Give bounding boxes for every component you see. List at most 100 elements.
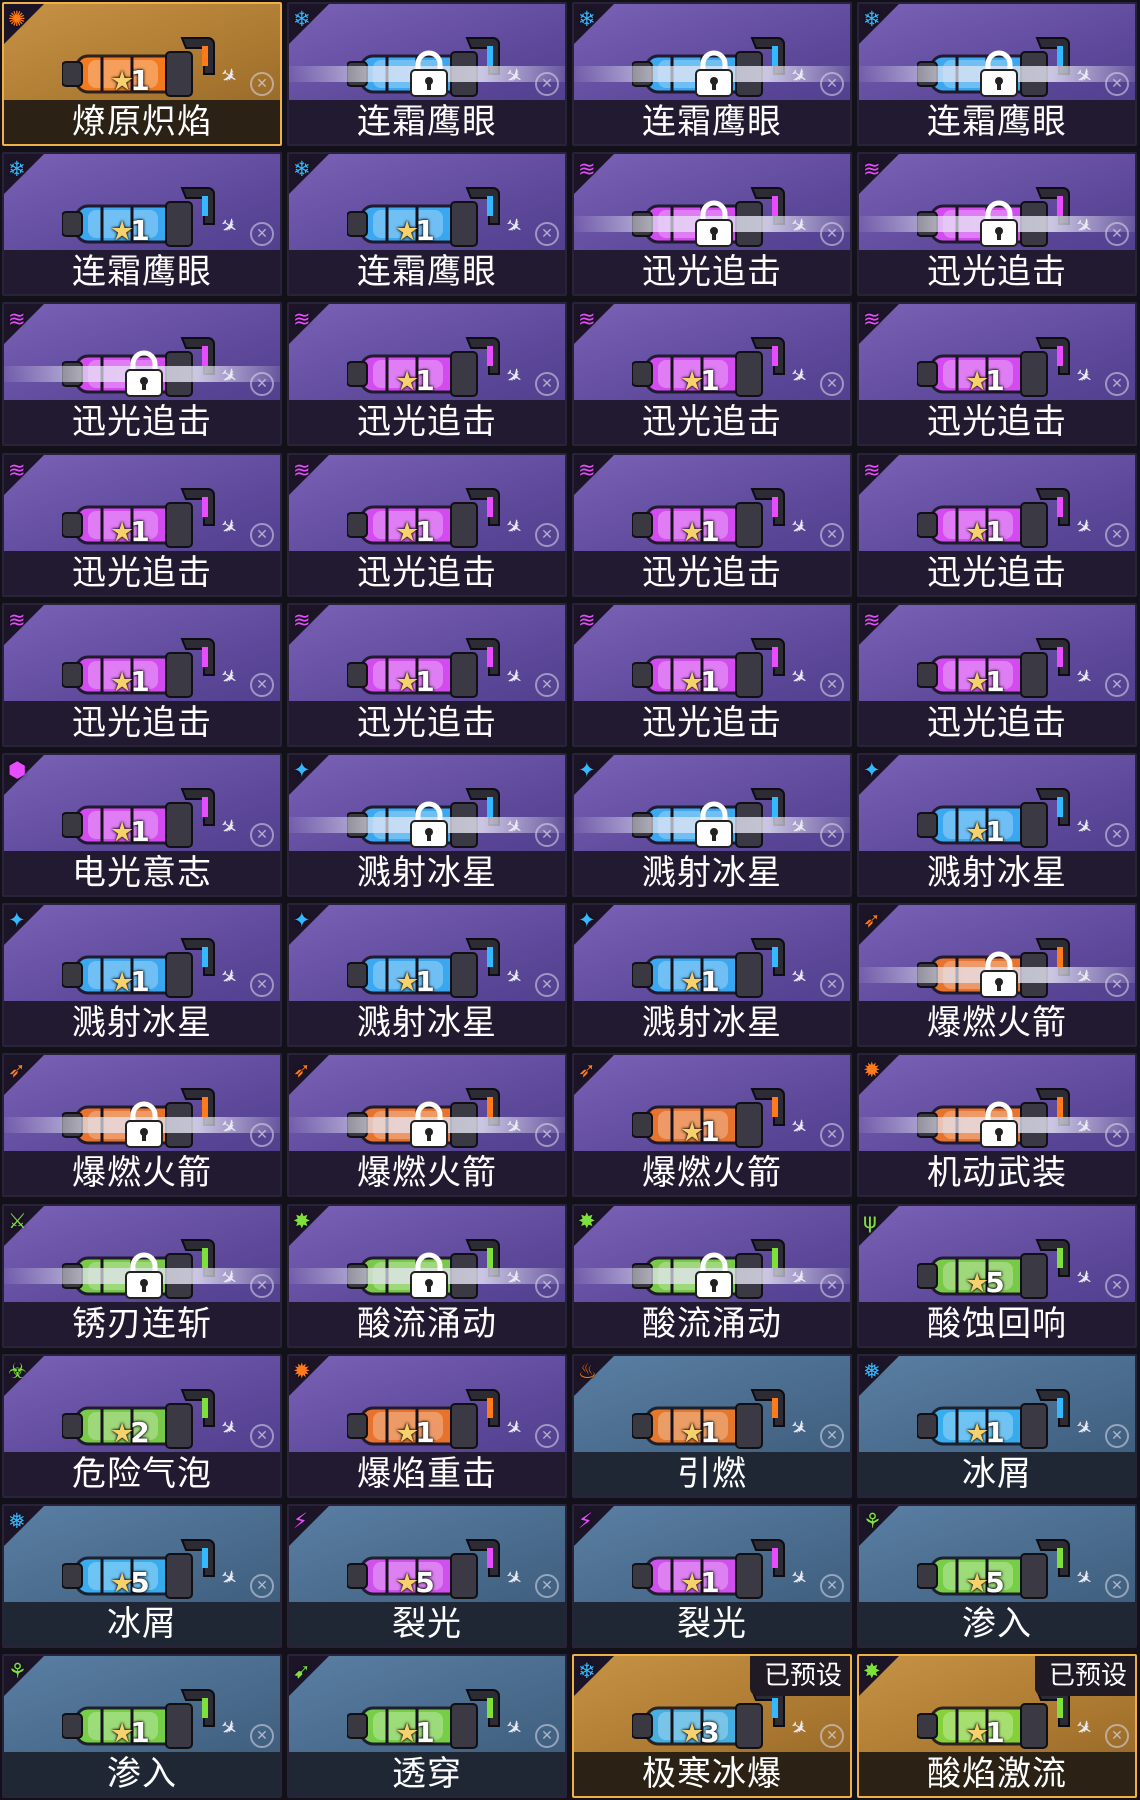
mod-card[interactable]: ❅ ★5 ✈ ✕ 冰屑	[2, 1504, 282, 1648]
mod-name: 迅光追击	[289, 550, 565, 595]
mod-card[interactable]: ➹ ★1 ✈ ✕ 透穿	[287, 1654, 567, 1799]
mod-card[interactable]: ψ ★5 ✈ ✕ 酸蚀回响	[857, 1203, 1137, 1348]
remove-button[interactable]: ✕	[535, 973, 559, 998]
lightning-wave-icon: ≋	[8, 607, 26, 632]
remove-button[interactable]: ✕	[535, 1724, 559, 1749]
mod-card[interactable]: ➶ ✈ ✕ 爆燃火箭	[857, 903, 1137, 1048]
remove-button[interactable]: ✕	[250, 823, 274, 847]
remove-button[interactable]: ✕	[535, 823, 559, 847]
mod-card[interactable]: ✸ ✈ ✕ 酸流涌动	[572, 1203, 852, 1348]
remove-button[interactable]: ✕	[820, 823, 844, 847]
mod-card[interactable]: ✺ ★1 ✈ ✕ 燎原炽焰	[2, 2, 282, 146]
remove-button[interactable]: ✕	[1105, 672, 1129, 697]
mod-card[interactable]: ≋ ★1 ✈ ✕ 迅光追击	[287, 302, 567, 447]
remove-button[interactable]: ✕	[1105, 372, 1129, 397]
mod-card[interactable]: ❄ ★1 ✈ ✕ 连霜鹰眼	[287, 152, 567, 297]
remove-button[interactable]: ✕	[250, 973, 274, 998]
mod-card[interactable]: ≋ ★1 ✈ ✕ 迅光追击	[857, 452, 1137, 597]
remove-button[interactable]: ✕	[1105, 222, 1129, 247]
remove-button[interactable]: ✕	[1105, 1123, 1129, 1148]
remove-button[interactable]: ✕	[820, 72, 844, 96]
mod-name: 连霜鹰眼	[289, 100, 565, 144]
remove-button[interactable]: ✕	[820, 222, 844, 247]
remove-button[interactable]: ✕	[250, 372, 274, 397]
mod-card[interactable]: ≋ ★1 ✈ ✕ 迅光追击	[857, 302, 1137, 447]
mod-card[interactable]: ✦ ★1 ✈ ✕ 溅射冰星	[572, 903, 852, 1048]
remove-button[interactable]: ✕	[1105, 72, 1129, 96]
remove-button[interactable]: ✕	[250, 222, 274, 247]
remove-button[interactable]: ✕	[250, 1423, 274, 1448]
mod-card[interactable]: ✸ ★1 ✈ ✕ 已预设 酸焰激流	[857, 1654, 1137, 1799]
mod-card[interactable]: ❄ ✈ ✕ 连霜鹰眼	[572, 2, 852, 146]
remove-button[interactable]: ✕	[535, 522, 559, 547]
remove-button[interactable]: ✕	[820, 1423, 844, 1448]
remove-button[interactable]: ✕	[535, 222, 559, 247]
mod-card[interactable]: ⚔ ✈ ✕ 锈刃连斩	[2, 1203, 282, 1348]
remove-button[interactable]: ✕	[1105, 1724, 1129, 1749]
remove-button[interactable]: ✕	[1105, 973, 1129, 998]
remove-button[interactable]: ✕	[250, 1574, 274, 1598]
remove-button[interactable]: ✕	[1105, 522, 1129, 547]
mod-card[interactable]: ≋ ✈ ✕ 迅光追击	[857, 152, 1137, 297]
mod-card[interactable]: ➶ ✈ ✕ 爆燃火箭	[287, 1053, 567, 1198]
remove-button[interactable]: ✕	[820, 522, 844, 547]
remove-button[interactable]: ✕	[250, 1273, 274, 1298]
remove-button[interactable]: ✕	[535, 672, 559, 697]
remove-button[interactable]: ✕	[535, 1423, 559, 1448]
mod-card[interactable]: ☣ ★2 ✈ ✕ 危险气泡	[2, 1353, 282, 1498]
mod-card[interactable]: ♨ ★1 ✈ ✕ 引燃	[572, 1353, 852, 1498]
mod-card[interactable]: ✸ ✈ ✕ 酸流涌动	[287, 1203, 567, 1348]
remove-button[interactable]: ✕	[250, 1724, 274, 1749]
mod-card[interactable]: ≋ ★1 ✈ ✕ 迅光追击	[572, 602, 852, 747]
mod-card[interactable]: ✦ ✈ ✕ 溅射冰星	[572, 753, 852, 897]
remove-button[interactable]: ✕	[535, 1574, 559, 1598]
mod-card[interactable]: ✹ ★1 ✈ ✕ 爆焰重击	[287, 1353, 567, 1498]
remove-button[interactable]: ✕	[1105, 823, 1129, 847]
mod-card[interactable]: ⚘ ★5 ✈ ✕ 渗入	[857, 1504, 1137, 1648]
mod-card[interactable]: ≋ ✈ ✕ 迅光追击	[572, 152, 852, 297]
mod-card[interactable]: ≋ ★1 ✈ ✕ 迅光追击	[2, 602, 282, 747]
remove-button[interactable]: ✕	[250, 522, 274, 547]
remove-button[interactable]: ✕	[250, 1123, 274, 1148]
mod-card[interactable]: ≋ ★1 ✈ ✕ 迅光追击	[2, 452, 282, 597]
remove-button[interactable]: ✕	[820, 973, 844, 998]
mod-card[interactable]: ❄ ★3 ✈ ✕ 已预设 极寒冰爆	[572, 1654, 852, 1799]
remove-button[interactable]: ✕	[1105, 1423, 1129, 1448]
remove-button[interactable]: ✕	[820, 372, 844, 397]
mod-card[interactable]: ≋ ★1 ✈ ✕ 迅光追击	[572, 302, 852, 447]
mod-card[interactable]: ✦ ★1 ✈ ✕ 溅射冰星	[287, 903, 567, 1048]
remove-button[interactable]: ✕	[820, 1574, 844, 1598]
mod-card[interactable]: ≋ ★1 ✈ ✕ 迅光追击	[572, 452, 852, 597]
mod-card[interactable]: ✦ ★1 ✈ ✕ 溅射冰星	[2, 903, 282, 1048]
mod-card[interactable]: ≋ ★1 ✈ ✕ 迅光追击	[287, 452, 567, 597]
mod-card[interactable]: ➶ ★1 ✈ ✕ 爆燃火箭	[572, 1053, 852, 1198]
remove-button[interactable]: ✕	[535, 1123, 559, 1148]
remove-button[interactable]: ✕	[535, 72, 559, 96]
remove-button[interactable]: ✕	[820, 1273, 844, 1298]
mod-card[interactable]: ❄ ✈ ✕ 连霜鹰眼	[857, 2, 1137, 146]
remove-button[interactable]: ✕	[1105, 1273, 1129, 1298]
mod-card[interactable]: ⬢ ★1 ✈ ✕ 电光意志	[2, 753, 282, 897]
mod-card[interactable]: ✦ ✈ ✕ 溅射冰星	[287, 753, 567, 897]
mod-card[interactable]: ⚡ ★5 ✈ ✕ 裂光	[287, 1504, 567, 1648]
remove-button[interactable]: ✕	[820, 672, 844, 697]
mod-card[interactable]: ⚡ ★1 ✈ ✕ 裂光	[572, 1504, 852, 1648]
mod-name: 渗入	[859, 1602, 1135, 1646]
mod-card[interactable]: ❅ ★1 ✈ ✕ 冰屑	[857, 1353, 1137, 1498]
mod-card[interactable]: ✹ ✈ ✕ 机动武装	[857, 1053, 1137, 1198]
mod-card[interactable]: ➶ ✈ ✕ 爆燃火箭	[2, 1053, 282, 1198]
mod-card[interactable]: ⚘ ★1 ✈ ✕ 渗入	[2, 1654, 282, 1799]
remove-button[interactable]: ✕	[250, 72, 274, 96]
mod-card[interactable]: ❄ ✈ ✕ 连霜鹰眼	[287, 2, 567, 146]
remove-button[interactable]: ✕	[1105, 1574, 1129, 1598]
remove-button[interactable]: ✕	[535, 372, 559, 397]
mod-card[interactable]: ✦ ★1 ✈ ✕ 溅射冰星	[857, 753, 1137, 897]
remove-button[interactable]: ✕	[535, 1273, 559, 1298]
remove-button[interactable]: ✕	[820, 1724, 844, 1749]
remove-button[interactable]: ✕	[820, 1123, 844, 1148]
mod-card[interactable]: ❄ ★1 ✈ ✕ 连霜鹰眼	[2, 152, 282, 297]
mod-card[interactable]: ≋ ★1 ✈ ✕ 迅光追击	[857, 602, 1137, 747]
remove-button[interactable]: ✕	[250, 672, 274, 697]
mod-card[interactable]: ≋ ✈ ✕ 迅光追击	[2, 302, 282, 447]
mod-card[interactable]: ≋ ★1 ✈ ✕ 迅光追击	[287, 602, 567, 747]
